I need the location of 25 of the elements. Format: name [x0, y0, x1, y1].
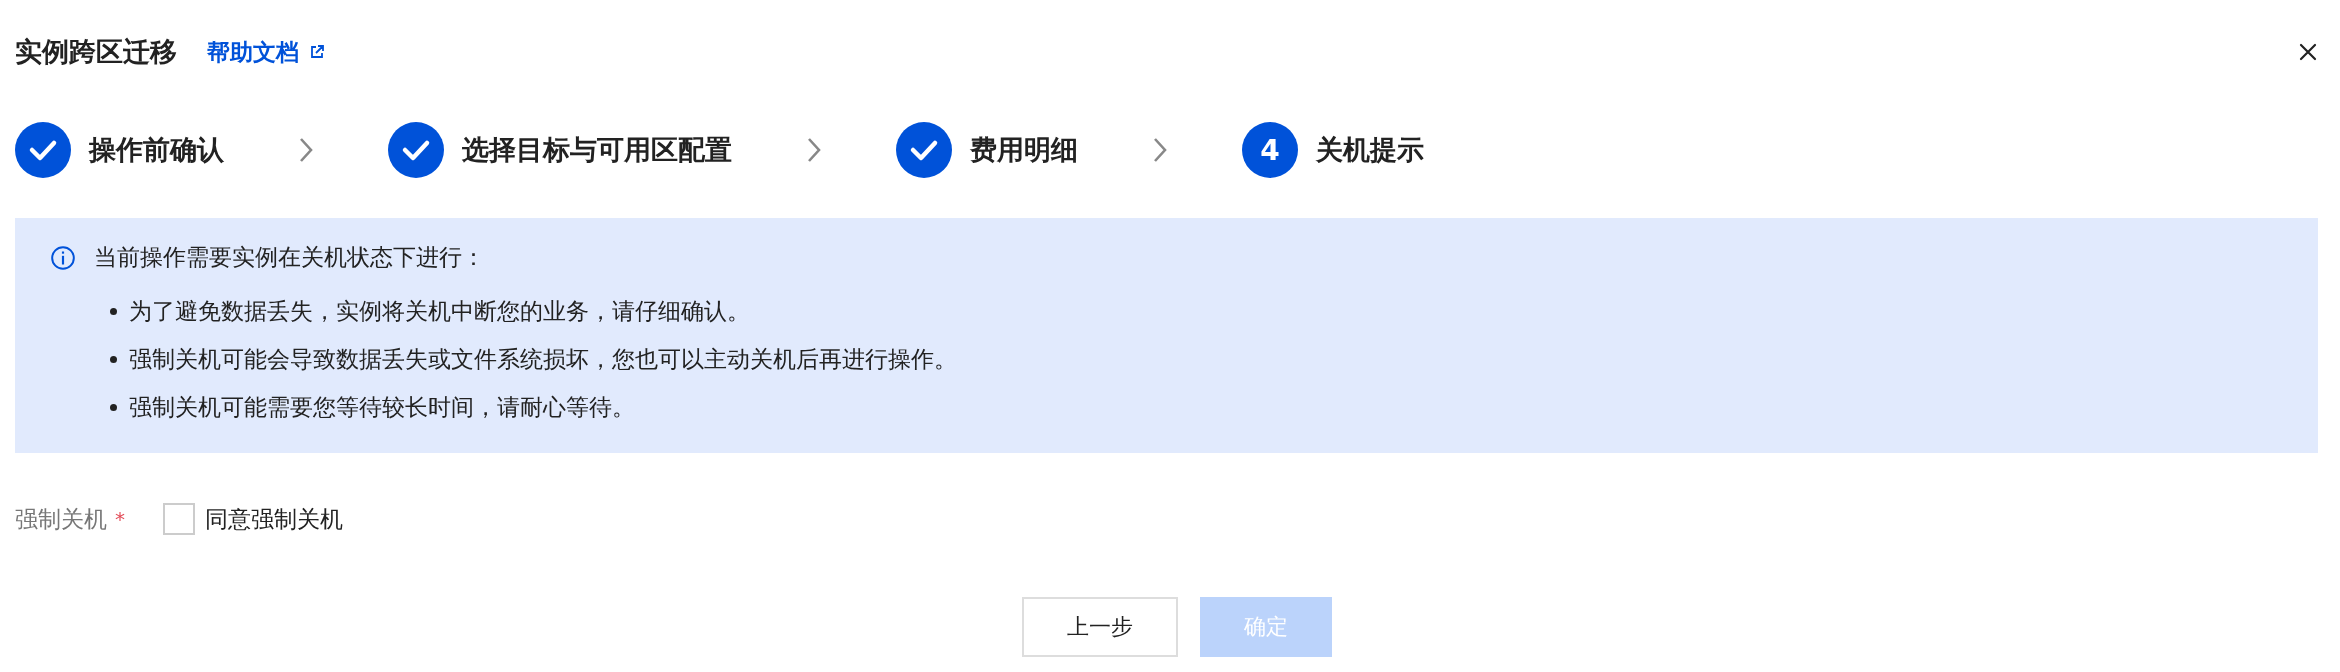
- step-label: 费用明细: [970, 133, 1078, 167]
- bullet-icon: [110, 307, 117, 315]
- help-link[interactable]: 帮助文档: [207, 36, 325, 68]
- dialog-title: 实例跨区迁移: [15, 35, 177, 69]
- chevron-right-icon: [806, 136, 822, 164]
- chevron-right-icon: [1152, 136, 1168, 164]
- info-icon: [50, 244, 76, 271]
- checkbox[interactable]: [163, 503, 195, 535]
- step-label: 选择目标与可用区配置: [462, 133, 732, 167]
- required-mark: *: [115, 507, 125, 531]
- notice-text: 为了避免数据丢失，实例将关机中断您的业务，请仔细确认。: [129, 296, 750, 326]
- notice-text: 强制关机可能需要您等待较长时间，请耐心等待。: [129, 392, 635, 422]
- step-label: 关机提示: [1316, 133, 1424, 167]
- step-label: 操作前确认: [89, 133, 224, 167]
- bullet-icon: [110, 403, 117, 411]
- external-link-icon: [309, 44, 325, 60]
- bullet-icon: [110, 355, 117, 363]
- close-icon[interactable]: [2298, 42, 2318, 62]
- notice-heading: 当前操作需要实例在关机状态下进行：: [94, 243, 485, 272]
- chevron-right-icon: [298, 136, 314, 164]
- field-label: 强制关机: [15, 504, 107, 534]
- checkbox-label[interactable]: 同意强制关机: [205, 503, 343, 535]
- back-button[interactable]: 上一步: [1021, 597, 1178, 657]
- notice-text: 强制关机可能会导致数据丢失或文件系统损坏，您也可以主动关机后再进行操作。: [129, 344, 957, 374]
- step-number: 4: [1242, 122, 1298, 178]
